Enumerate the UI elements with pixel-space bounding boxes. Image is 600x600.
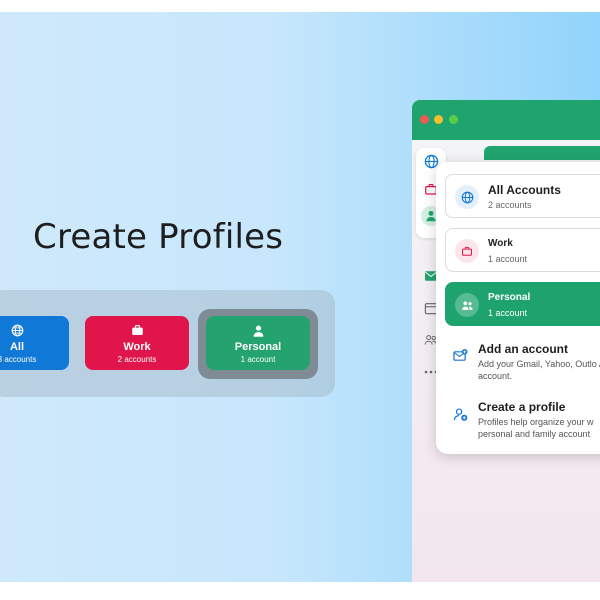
person-icon xyxy=(206,324,310,338)
action-description: Add your Gmail, Yahoo, Outlo Apple accou… xyxy=(478,359,600,381)
minimize-window-button[interactable] xyxy=(434,115,443,124)
globe-icon[interactable] xyxy=(423,153,439,169)
account-item-work[interactable]: Work 1 account xyxy=(445,228,600,272)
close-window-button[interactable] xyxy=(420,115,429,124)
action-description: Profiles help organize your w personal a… xyxy=(478,417,594,439)
profile-card-all[interactable]: All 3 accounts xyxy=(0,316,69,370)
title-bar xyxy=(412,100,600,140)
profile-count: 2 accounts xyxy=(117,355,157,364)
globe-icon xyxy=(0,324,69,338)
add-person-icon xyxy=(452,406,468,422)
profile-card-work[interactable]: Work 2 accounts xyxy=(85,316,189,370)
profile-name: All xyxy=(9,341,25,353)
briefcase-icon xyxy=(455,239,479,263)
account-item-personal[interactable]: Personal 1 account xyxy=(445,282,600,326)
action-title: Add an account xyxy=(478,342,569,356)
account-name: Work xyxy=(488,238,513,249)
page-title: Create Profiles xyxy=(33,217,284,257)
profile-name: Work xyxy=(123,341,151,353)
add-mail-icon xyxy=(452,348,468,364)
account-count: 1 account xyxy=(488,254,528,264)
active-header-tab xyxy=(484,146,600,160)
briefcase-icon xyxy=(85,324,189,338)
account-item-all-accounts[interactable]: All Accounts 2 accounts xyxy=(445,174,600,218)
profile-count: 3 accounts xyxy=(0,355,37,364)
account-name: All Accounts xyxy=(488,183,561,197)
promo-stage: Create Profiles All 3 accounts Work 2 ac… xyxy=(0,12,600,582)
profile-count: 1 account xyxy=(240,355,276,364)
account-count: 1 account xyxy=(488,308,528,318)
account-count: 2 accounts xyxy=(488,200,532,210)
action-title: Create a profile xyxy=(478,400,566,414)
account-name: Personal xyxy=(488,292,531,303)
profile-name: Personal xyxy=(234,341,282,353)
account-menu: All Accounts 2 accounts Work 1 account P… xyxy=(436,162,600,454)
zoom-window-button[interactable] xyxy=(449,115,458,124)
people-icon xyxy=(455,293,479,317)
profile-card-personal[interactable]: Personal 1 account xyxy=(206,316,310,370)
globe-icon xyxy=(455,185,479,209)
